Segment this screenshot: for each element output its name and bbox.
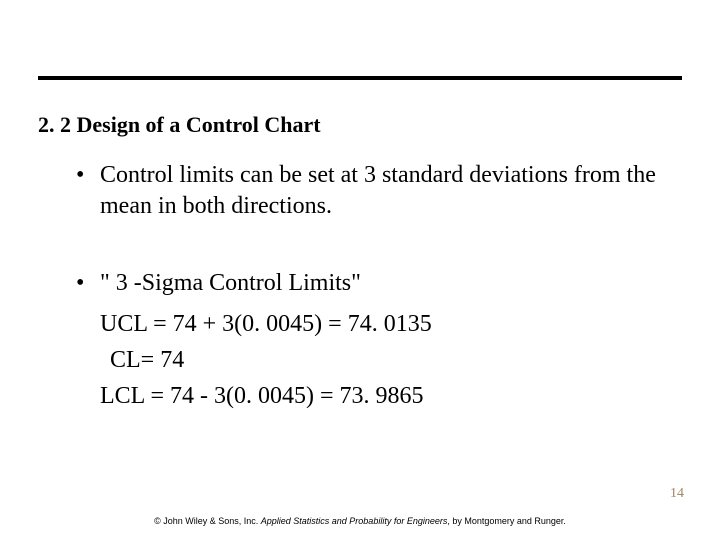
bullet-2-text: " 3 -Sigma Control Limits" bbox=[100, 268, 664, 299]
page-number: 14 bbox=[670, 486, 684, 502]
bullet-dot-icon bbox=[70, 268, 100, 299]
equation-ucl: UCL = 74 + 3(0. 0045) = 74. 0135 bbox=[100, 306, 664, 342]
bullet-2: " 3 -Sigma Control Limits" bbox=[70, 268, 664, 299]
footer: © John Wiley & Sons, Inc. Applied Statis… bbox=[0, 516, 720, 526]
equation-lcl: LCL = 74 - 3(0. 0045) = 73. 9865 bbox=[100, 378, 664, 414]
equation-block: UCL = 74 + 3(0. 0045) = 74. 0135 CL= 74 … bbox=[70, 306, 664, 414]
top-rule bbox=[38, 76, 682, 80]
equation-cl: CL= 74 bbox=[100, 342, 664, 378]
footer-publisher: © John Wiley & Sons, Inc. bbox=[154, 516, 261, 526]
footer-book-title: Applied Statistics and Probability for E… bbox=[261, 516, 448, 526]
bullet-1-text: Control limits can be set at 3 standard … bbox=[100, 160, 664, 222]
footer-authors: , by Montgomery and Runger. bbox=[447, 516, 566, 526]
bullet-dot-icon bbox=[70, 160, 100, 222]
section-title: 2. 2 Design of a Control Chart bbox=[38, 112, 321, 138]
content-area: Control limits can be set at 3 standard … bbox=[70, 160, 664, 414]
spacer bbox=[70, 250, 664, 268]
slide-page: 2. 2 Design of a Control Chart Control l… bbox=[0, 0, 720, 540]
bullet-1: Control limits can be set at 3 standard … bbox=[70, 160, 664, 222]
